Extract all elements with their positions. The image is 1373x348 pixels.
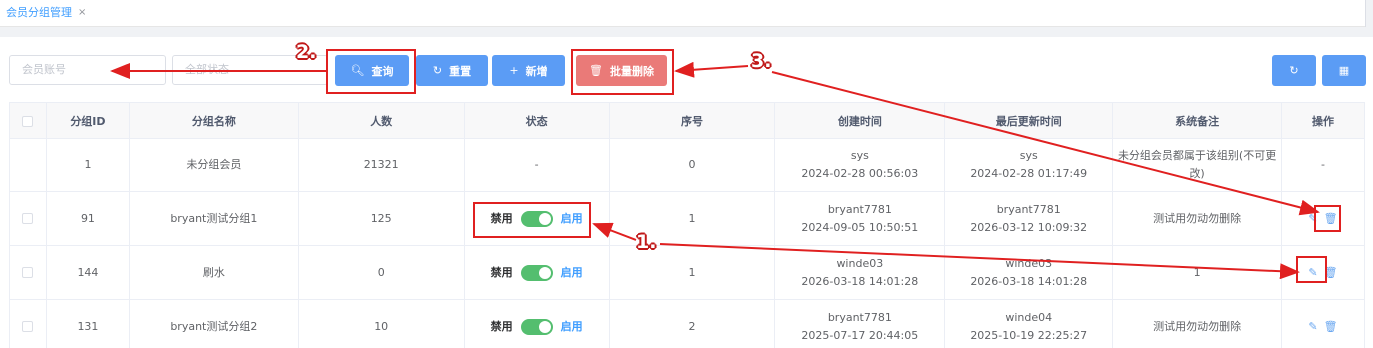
arrow-1-right	[659, 243, 1300, 280]
annotation-number-1: 1.	[636, 231, 657, 253]
annotation-number-3: 3.	[751, 50, 772, 72]
annotation-arrows	[110, 61, 1320, 280]
arrow-3-left	[674, 61, 749, 78]
arrow-3-right	[771, 71, 1320, 216]
page: 会员分组管理 × 会员账号 全部状态 🔍︎ 查询 ↻ 重置 + 新增 🗑︎ 批量…	[0, 0, 1373, 348]
arrow-1-left	[592, 222, 637, 241]
annotation-number-2: 2.	[296, 41, 317, 63]
